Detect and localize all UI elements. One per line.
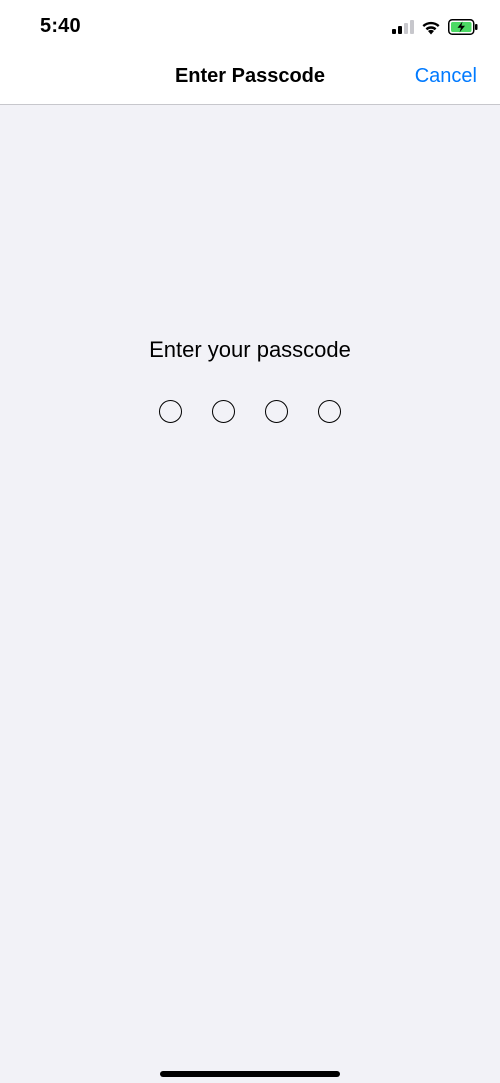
status-icons <box>392 16 478 38</box>
passcode-prompt: Enter your passcode <box>149 337 351 362</box>
passcode-screen: 5:40 Enter Passcode Cancel Enter your pa… <box>0 0 500 1083</box>
status-bar: 5:40 <box>0 0 500 52</box>
top-bar: 5:40 Enter Passcode Cancel <box>0 0 500 105</box>
wifi-icon <box>421 20 441 35</box>
home-indicator[interactable] <box>160 1071 340 1077</box>
cellular-signal-icon <box>392 20 414 34</box>
battery-charging-icon <box>448 19 478 35</box>
passcode-dot-3 <box>265 400 288 423</box>
passcode-dot-4 <box>318 400 341 423</box>
passcode-dots <box>0 400 500 423</box>
cancel-button[interactable]: Cancel <box>415 65 477 88</box>
status-time: 5:40 <box>40 15 81 37</box>
passcode-dot-2 <box>212 400 235 423</box>
navigation-bar: Enter Passcode Cancel <box>0 52 500 104</box>
passcode-dot-1 <box>159 400 182 423</box>
